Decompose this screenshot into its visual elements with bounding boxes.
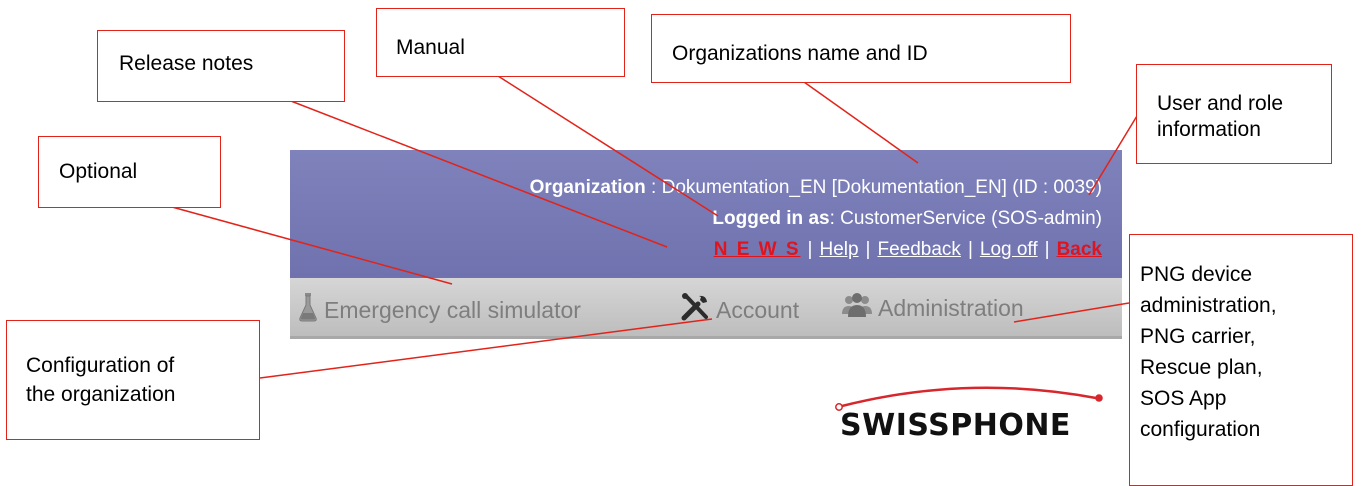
organization-label: Organization [529, 177, 646, 198]
main-menu: Emergency call simulator Account Adminis… [290, 278, 1122, 339]
link-separator: | [967, 239, 973, 260]
annotation-text-line: SOS App [1140, 387, 1227, 410]
swissphone-logo: SWISSPHONE [828, 378, 1108, 448]
annotation-text-line: configuration [1140, 418, 1261, 441]
organization-info: Organization : Dokumentation_EN [Dokumen… [530, 177, 1102, 199]
header-links: N E W S | Help | Feedback | Log off | Back [714, 239, 1102, 261]
annotation-text-line: PNG carrier, [1140, 325, 1256, 348]
logged-in-label: Logged in as [712, 208, 830, 229]
help-link[interactable]: Help [819, 239, 858, 260]
user-info: Logged in as: CustomerService (SOS-admin… [712, 208, 1102, 230]
annotation-manual: Manual [376, 8, 625, 77]
link-separator: | [807, 239, 813, 260]
users-icon [842, 292, 872, 324]
annotation-configuration: Configuration of the organization [6, 320, 260, 440]
back-link[interactable]: Back [1057, 239, 1102, 260]
annotation-text: Organizations name and ID [672, 42, 928, 65]
tab-label: Emergency call simulator [324, 296, 581, 323]
tab-account[interactable]: Account [680, 292, 799, 328]
annotation-text-line: Configuration of [26, 354, 175, 377]
annotation-optional: Optional [38, 136, 221, 208]
annotation-organization-name-id: Organizations name and ID [651, 14, 1071, 83]
annotation-administration-items: PNG device administration, PNG carrier, … [1129, 234, 1353, 486]
tab-administration[interactable]: Administration [842, 292, 1024, 324]
link-separator: | [865, 239, 871, 260]
tab-label: Account [716, 296, 800, 323]
link-separator: | [1044, 239, 1050, 260]
tools-icon [680, 292, 710, 328]
flask-icon [298, 292, 318, 328]
tab-emergency-call-simulator[interactable]: Emergency call simulator [298, 292, 581, 328]
annotation-text: Optional [59, 160, 138, 183]
annotation-text: Manual [396, 36, 465, 59]
annotation-text-line: administration, [1140, 294, 1277, 317]
annotation-text-line: PNG device [1140, 263, 1253, 286]
annotation-text-line: the organization [26, 383, 176, 406]
annotation-user-role: User and role information [1136, 64, 1332, 164]
news-link[interactable]: N E W S [714, 239, 801, 260]
annotation-text-line: Rescue plan, [1140, 356, 1263, 379]
annotation-text-line: information [1157, 118, 1261, 141]
logoff-link[interactable]: Log off [980, 239, 1038, 260]
feedback-link[interactable]: Feedback [877, 239, 960, 260]
annotation-release-notes: Release notes [97, 30, 345, 102]
app-header: Organization : Dokumentation_EN [Dokumen… [290, 150, 1122, 278]
logged-in-value: : CustomerService (SOS-admin) [829, 208, 1102, 229]
annotation-text-line: User and role [1157, 92, 1284, 115]
logo-text: SWISSPHONE [840, 408, 1071, 443]
tab-label: Administration [878, 294, 1024, 321]
annotation-text: Release notes [119, 52, 254, 75]
organization-value: : Dokumentation_EN [Dokumentation_EN] (I… [645, 177, 1102, 198]
